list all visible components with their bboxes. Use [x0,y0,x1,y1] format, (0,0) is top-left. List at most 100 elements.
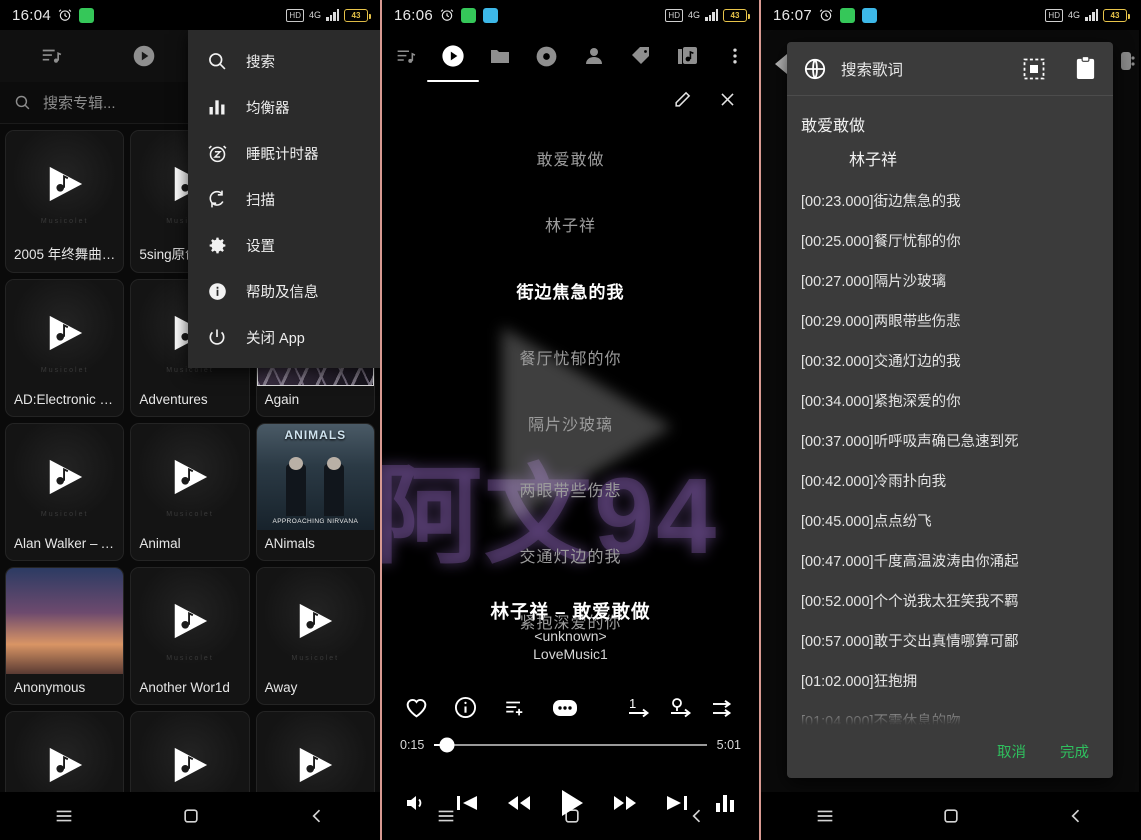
repeat-one-icon[interactable]: 1 [627,696,653,720]
menu-item-sleep-timer[interactable]: 睡眠计时器 [188,130,380,176]
tab-playlists[interactable] [4,30,97,82]
battery-icon: 43 [723,8,750,22]
menu-item-equalizer[interactable]: 均衡器 [188,84,380,130]
select-all-icon[interactable] [1022,57,1046,81]
info-icon [206,281,228,302]
back-icon[interactable] [307,806,327,826]
heart-icon[interactable] [404,695,429,720]
equalizer-icon[interactable] [713,791,737,815]
album-card[interactable]: ANIMALS APPROACHING NIRVANA ANimals [255,423,375,561]
art-watermark: Musicolet [166,655,214,662]
add-to-playlist-icon[interactable] [502,697,527,719]
menu-icon[interactable] [53,805,75,827]
album-title: Away [264,680,298,695]
menu-item-settings[interactable]: 设置 [188,222,380,268]
album-card[interactable]: Musicolet Animal [130,423,250,561]
app-icon [483,7,499,23]
album-card[interactable]: Musicolet Away [255,567,375,705]
lyrics-text-area[interactable]: 敢爱敢做 林子祥 [00:23.000]街边焦急的我 [00:25.000]餐厅… [787,96,1113,731]
album-card[interactable]: Musicolet AD:Electronic D… [5,279,125,417]
next-track-icon[interactable] [664,791,690,815]
battery-icon: 43 [1103,8,1130,22]
lyrics-line: [00:27.000]隔片沙玻璃 [801,273,947,290]
album-cover-title: ANIMALS [284,428,347,442]
home-icon[interactable] [181,806,201,826]
lyrics-scroller[interactable]: 敢爱敢做 林子祥 街边焦急的我 餐厅忧郁的你 隔片沙玻璃 两眼带些伤悲 交通灯边… [382,109,759,654]
menu-item-search[interactable]: 搜索 [188,38,380,84]
tab-tracks[interactable] [97,30,190,82]
rewind-icon[interactable] [506,794,532,812]
hd-badge: HD [286,8,304,22]
seek-thumb[interactable] [439,737,455,753]
previous-track-icon[interactable] [454,791,480,815]
menu-label: 均衡器 [246,100,290,117]
menu-item-help-info[interactable]: 帮助及信息 [188,268,380,314]
tab-artists[interactable] [571,30,618,82]
edit-pencil-icon[interactable] [673,90,692,109]
menu-label: 睡眠计时器 [246,146,319,163]
fast-forward-icon[interactable] [612,794,638,812]
album-art: Musicolet [131,568,249,674]
transport-center [430,788,713,818]
lyrics-line: [00:47.000]千度高温波涛由你涌起 [801,553,1019,570]
art-watermark: Musicolet [40,367,89,374]
tab-folders[interactable] [476,30,523,82]
now-playing-info: 林子祥 – 敢爱敢做 <unknown> LoveMusic1 [382,598,759,662]
cancel-button[interactable]: 取消 [997,741,1026,762]
lyric-line: 餐厅忧郁的你 [519,351,622,368]
volume-icon[interactable] [404,791,430,815]
tab-album-art[interactable] [665,30,712,82]
seek-bar-row: 0:15 5:01 [382,737,759,753]
album-card[interactable]: Anonymous [5,567,125,705]
album-title: Another Wor1d [139,680,230,695]
tab-playlists[interactable] [382,30,429,82]
menu-item-scan[interactable]: 扫描 [188,176,380,222]
album-title: 2005 年终舞曲… [14,247,116,262]
close-icon[interactable] [718,90,737,109]
status-right: HD 4G 43 [1045,8,1130,22]
lyric-line-current: 街边焦急的我 [516,283,625,302]
tab-overflow-menu[interactable] [712,30,759,82]
more-options-icon[interactable] [551,696,579,720]
album-card[interactable]: Musicolet 2005 年终舞曲… [5,130,125,273]
lyrics-song-title: 敢爱敢做 [801,118,866,135]
system-nav-bar-1 [0,792,380,840]
album-card[interactable]: Musicolet Another Wor1d [130,567,250,705]
album-card[interactable]: Musicolet Alan Walker – A… [5,423,125,561]
hd-badge: HD [665,8,683,22]
now-playing-body: 阿文94 敢爱敢做 林子祥 街边焦急的我 餐厅忧郁的你 隔片沙玻璃 两眼带些伤悲… [382,82,759,840]
svg-text:1: 1 [629,696,636,711]
menu-item-close-app[interactable]: 关闭 App [188,314,380,360]
signal-icon [1085,9,1098,21]
menu-label: 搜索 [246,54,275,71]
done-button[interactable]: 完成 [1060,741,1089,762]
lyrics-line: [00:57.000]敢于交出真情哪算可鄙 [801,633,1019,650]
clipboard-icon[interactable] [1074,56,1097,81]
menu-icon[interactable] [814,805,836,827]
lyric-line: 敢爱敢做 [536,152,605,169]
tab-albums[interactable] [523,30,570,82]
edge-handle-icon[interactable] [1121,50,1135,76]
signal-icon [705,9,718,21]
repeat-queue-icon[interactable] [669,696,695,720]
lyrics-artist: 林子祥 [849,152,898,169]
network-type: 4G [308,10,321,20]
home-icon[interactable] [941,806,961,826]
art-watermark: Musicolet [166,367,214,374]
shuffle-icon[interactable] [711,696,737,720]
info-icon[interactable] [453,695,478,720]
album-title: Adventures [139,392,208,407]
alarm-icon [440,8,454,22]
globe-icon[interactable] [803,57,827,81]
tab-now-playing[interactable] [426,30,479,82]
play-store-icon [461,7,477,23]
settings-gear-icon [206,235,228,256]
album-title: Anonymous [14,680,86,695]
back-icon[interactable] [1066,806,1086,826]
play-icon[interactable] [558,788,586,818]
art-watermark: Musicolet [40,511,89,518]
lyrics-line: [00:34.000]紧抱深爱的你 [801,393,961,410]
left-actions [404,695,579,720]
tab-genres[interactable] [618,30,665,82]
seek-bar[interactable] [434,737,707,753]
